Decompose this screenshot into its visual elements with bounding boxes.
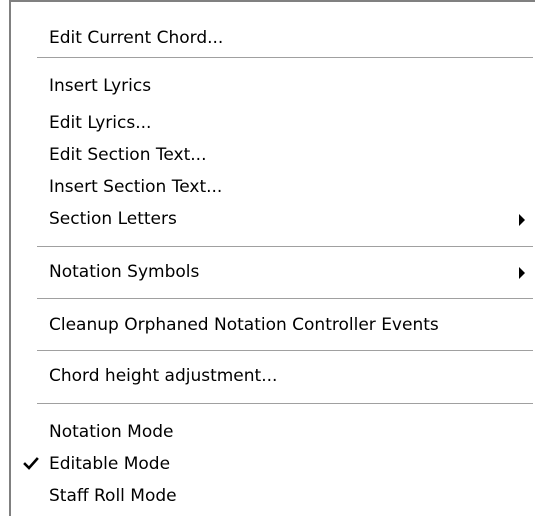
menu-item-label: Section Letters (49, 209, 177, 229)
menu-separator (37, 57, 533, 59)
menu-item-insert-section-text[interactable]: Insert Section Text... (11, 172, 535, 202)
menu-item-label: Chord height adjustment... (49, 366, 278, 386)
menu-item-label: Staff Roll Mode (49, 486, 177, 506)
menu-item-section-letters[interactable]: Section Letters (11, 204, 535, 234)
checkmark-icon (23, 457, 39, 470)
screen: Edit Current Chord... Insert Lyrics Edit… (0, 0, 535, 516)
menu-item-label: Edit Lyrics... (49, 113, 152, 133)
menu-separator (37, 350, 533, 352)
menu-item-label: Edit Section Text... (49, 145, 207, 165)
menu-item-label: Notation Mode (49, 422, 174, 442)
menu-item-label: Notation Symbols (49, 262, 200, 282)
menu-item-insert-lyrics[interactable]: Insert Lyrics (11, 71, 535, 101)
context-menu: Edit Current Chord... Insert Lyrics Edit… (9, 0, 535, 516)
menu-item-notation-mode[interactable]: Notation Mode (11, 417, 535, 447)
menu-item-cleanup-orphaned-notation-controller-events[interactable]: Cleanup Orphaned Notation Controller Eve… (11, 310, 535, 340)
menu-item-label: Insert Section Text... (49, 177, 223, 197)
submenu-arrow-icon (519, 267, 525, 279)
menu-separator (37, 403, 533, 405)
menu-item-chord-height-adjustment[interactable]: Chord height adjustment... (11, 361, 535, 391)
menu-top-edge (11, 0, 535, 2)
menu-item-editable-mode[interactable]: Editable Mode (11, 449, 535, 479)
menu-item-staff-roll-mode[interactable]: Staff Roll Mode (11, 481, 535, 511)
menu-item-label: Editable Mode (49, 454, 171, 474)
menu-separator (37, 246, 533, 248)
menu-separator (37, 298, 533, 300)
menu-item-edit-section-text[interactable]: Edit Section Text... (11, 140, 535, 170)
menu-item-label: Cleanup Orphaned Notation Controller Eve… (49, 315, 439, 335)
menu-item-notation-symbols[interactable]: Notation Symbols (11, 257, 535, 287)
menu-item-label: Edit Current Chord... (49, 28, 224, 48)
menu-item-edit-lyrics[interactable]: Edit Lyrics... (11, 108, 535, 138)
menu-item-edit-current-chord[interactable]: Edit Current Chord... (11, 23, 535, 53)
menu-item-label: Insert Lyrics (49, 76, 152, 96)
submenu-arrow-icon (519, 214, 525, 226)
